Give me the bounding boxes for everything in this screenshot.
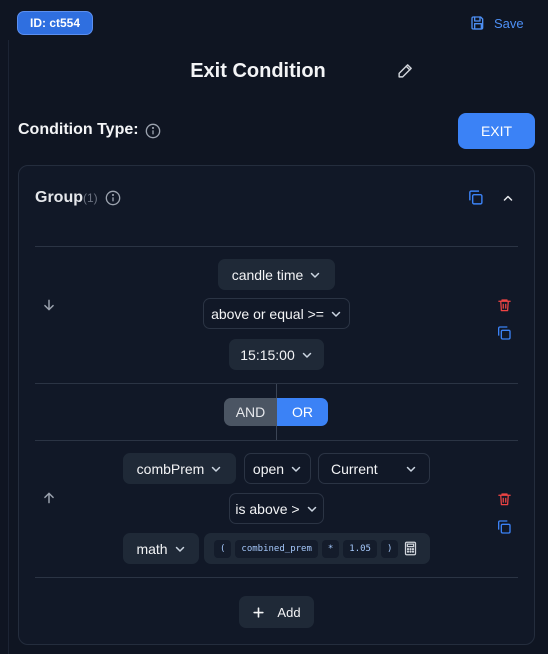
expr-token: ) [380,539,399,558]
trash-icon[interactable] [497,491,512,507]
field-value: open [252,460,285,477]
lhs-value: candle time [231,266,304,283]
arrow-down-icon[interactable] [42,298,56,312]
chevron-down-icon [406,466,416,472]
period-value: Current [331,460,378,477]
chevron-down-icon [175,546,184,552]
copy-group-icon[interactable] [467,189,484,206]
rhs-type-value: math [136,540,168,557]
copy-condition-icon[interactable] [496,519,512,535]
divider [35,577,518,578]
group-label: Group [35,189,83,206]
lhs-select[interactable]: combPrem [123,453,236,484]
plus-icon [253,606,265,618]
expr-token: * [321,539,340,558]
info-icon[interactable] [145,123,161,139]
rhs-value: 15:15:00 [240,346,295,363]
period-select[interactable]: Current [318,453,430,484]
and-option[interactable]: AND [224,398,277,426]
chevron-down-icon [311,272,320,278]
calculator-icon[interactable] [404,541,417,556]
group-count: (1) [83,191,98,205]
condition-type-button[interactable]: EXIT [458,113,535,149]
operator-select[interactable]: is above > [229,493,324,524]
operator-value: is above > [235,500,300,517]
expr-token: 1.05 [343,539,377,558]
chevron-down-icon [291,466,301,472]
save-label: Save [494,15,524,31]
expr-token: combined_prem [235,539,318,558]
chevron-down-icon [212,466,221,472]
chevron-down-icon [307,506,316,512]
divider [35,246,518,247]
page-title: Exit Condition [190,60,326,82]
expr-token: ( [214,539,232,558]
operator-select[interactable]: above or equal >= [203,298,350,329]
rhs-time-select[interactable]: 15:15:00 [229,339,324,370]
arrow-up-icon[interactable] [42,491,56,505]
id-badge: ID: ct554 [17,11,93,35]
add-condition-button[interactable]: Add [239,596,314,628]
math-expression[interactable]: ( combined_prem * 1.05 ) [204,533,430,564]
logic-toggle[interactable]: AND OR [224,398,328,426]
lhs-select[interactable]: candle time [218,259,335,290]
operator-value: above or equal >= [211,305,324,322]
group-info-icon[interactable] [105,190,121,206]
save-button[interactable]: Save [470,12,524,34]
condition-type-label: Condition Type: [18,121,139,138]
field-select[interactable]: open [244,453,311,484]
group-title: Group(1) [35,189,98,207]
copy-condition-icon[interactable] [496,325,512,341]
chevron-down-icon [331,311,341,317]
lhs-value: combPrem [136,460,205,477]
save-icon [471,16,484,30]
side-divider [8,40,9,654]
chevron-down-icon [302,352,311,358]
chevron-up-icon[interactable] [501,192,515,204]
rhs-type-select[interactable]: math [123,533,199,564]
divider [35,440,518,441]
trash-icon[interactable] [497,297,512,313]
add-label: Add [277,604,301,620]
or-option[interactable]: OR [277,398,328,426]
edit-pencil-icon[interactable] [397,62,414,79]
